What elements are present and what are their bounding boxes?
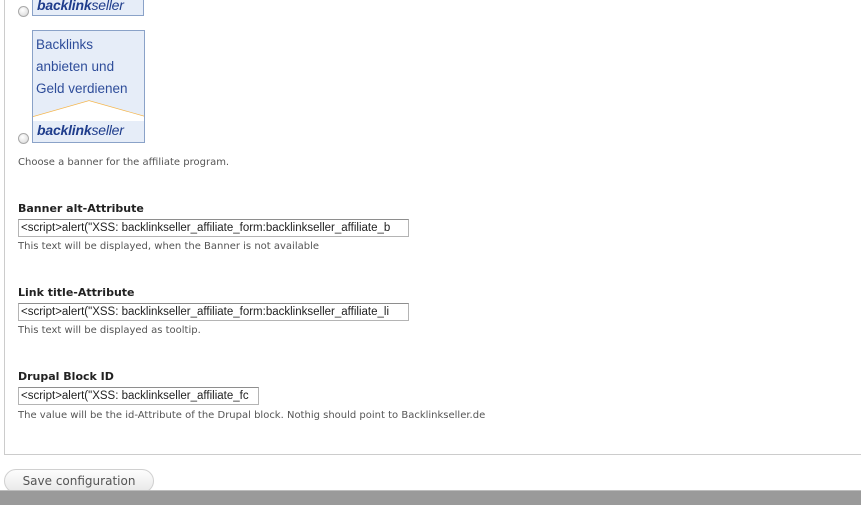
banner-large-image: Backlinks anbieten und Geld verdienen ba… xyxy=(32,30,145,143)
banner-small-brand-normal: seller xyxy=(91,0,124,13)
banner-large-brand-bold: backlink xyxy=(37,122,92,138)
banner-alt-label: Banner alt-Attribute xyxy=(18,202,144,215)
banner-small-brand-bold: backlink xyxy=(37,0,92,13)
banner-small-image: backlinkseller xyxy=(32,0,144,16)
banner-alt-description: This text will be displayed, when the Ba… xyxy=(18,241,320,252)
banner-choice-description: Choose a banner for the affiliate progra… xyxy=(18,157,230,168)
block-id-description: The value will be the id-Attribute of th… xyxy=(18,410,486,421)
banner-small-brand: backlinkseller xyxy=(37,0,124,13)
link-title-label: Link title-Attribute xyxy=(18,286,135,299)
affiliate-settings-page: backlinkseller Backlinks anbieten und Ge… xyxy=(0,0,861,509)
banner-large-radio[interactable] xyxy=(18,133,29,144)
banner-alt-input[interactable] xyxy=(18,219,409,237)
banner-large-headline: Backlinks anbieten und Geld verdienen xyxy=(36,37,128,96)
banner-large-divider xyxy=(33,100,144,121)
block-id-label: Drupal Block ID xyxy=(18,370,114,383)
bottom-bar xyxy=(0,490,861,505)
banner-large-brand: backlinkseller xyxy=(37,122,124,138)
link-title-description: This text will be displayed as tooltip. xyxy=(18,325,201,336)
banner-small-radio[interactable] xyxy=(18,6,29,17)
block-id-input[interactable] xyxy=(18,387,259,405)
link-title-input[interactable] xyxy=(18,303,409,321)
banner-large-brand-normal: seller xyxy=(91,122,124,138)
